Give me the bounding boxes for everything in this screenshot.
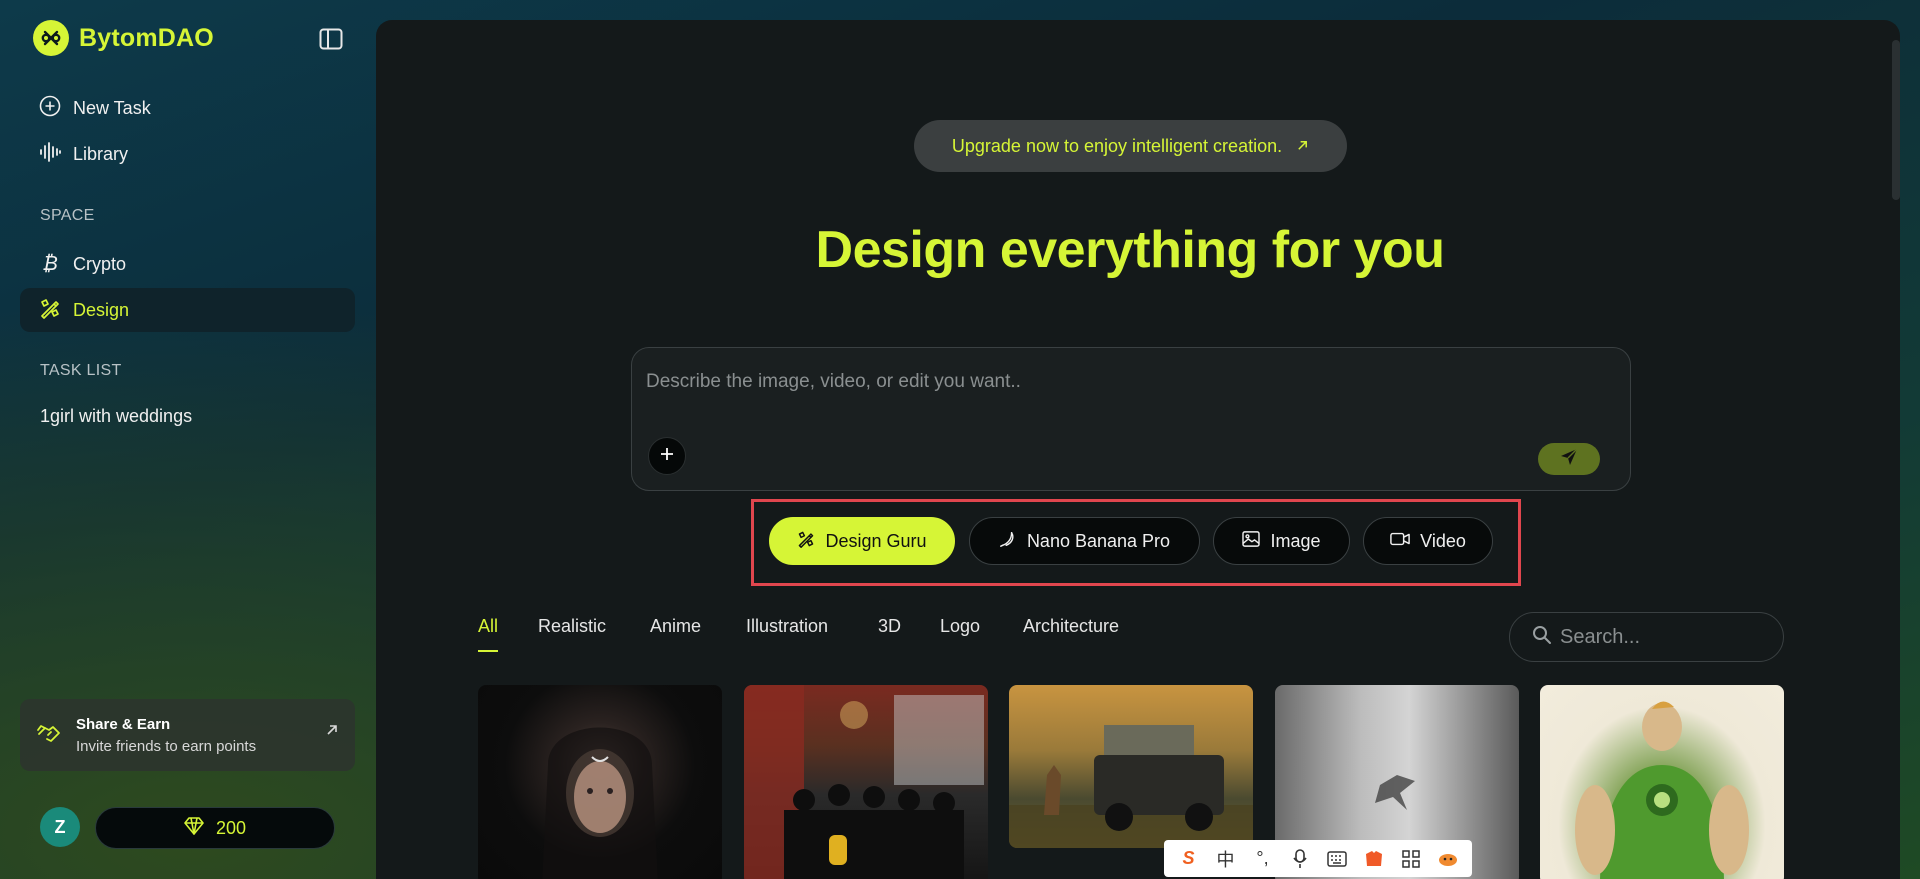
sidebar-toggle-icon[interactable] <box>316 26 346 52</box>
mode-label: Nano Banana Pro <box>1026 530 1171 551</box>
tab-3d[interactable]: 3D <box>878 616 901 637</box>
plus-circle-icon <box>39 95 61 122</box>
brand-logo-icon <box>33 20 69 56</box>
mode-label: Design Guru <box>825 530 927 551</box>
skin-icon[interactable] <box>1360 845 1388 873</box>
arrow-up-right-icon <box>325 723 339 742</box>
nav-label: Crypto <box>73 253 127 274</box>
section-label-task-list: TASK LIST <box>40 362 122 379</box>
active-tab-indicator <box>478 650 498 652</box>
plus-icon <box>659 446 675 467</box>
share-subtitle: Invite friends to earn points <box>76 737 257 755</box>
gallery-card[interactable] <box>478 685 722 879</box>
mode-design-guru[interactable]: Design Guru <box>769 517 955 565</box>
grid-menu-icon[interactable] <box>1397 845 1425 873</box>
ime-punctuation-icon[interactable]: °, <box>1249 845 1277 873</box>
tab-logo[interactable]: Logo <box>940 616 980 637</box>
hero-title: Design everything for you <box>815 221 1445 279</box>
share-earn-card[interactable]: Share & Earn Invite friends to earn poin… <box>20 699 355 771</box>
brand-name: BytomDAO <box>79 23 214 52</box>
design-tools-icon <box>39 297 61 324</box>
tab-label: Anime <box>650 616 702 636</box>
gallery-card[interactable] <box>744 685 988 879</box>
nav-new-task[interactable]: New Task <box>20 86 355 130</box>
ime-logo-icon[interactable]: S <box>1175 845 1203 873</box>
tab-realistic[interactable]: Realistic <box>538 616 606 637</box>
tab-label: Illustration <box>746 616 829 636</box>
tab-architecture[interactable]: Architecture <box>1023 616 1119 637</box>
user-avatar[interactable]: Z <box>40 807 80 847</box>
prompt-box <box>631 347 1631 491</box>
search-input[interactable] <box>1560 625 1760 649</box>
brand[interactable]: BytomDAO <box>33 20 214 56</box>
sidebar: BytomDAO New Task Library SPACE ₿ Crypto… <box>0 0 375 879</box>
image-icon <box>1242 530 1261 552</box>
mode-label: Image <box>1270 530 1321 551</box>
diamond-icon <box>184 816 204 840</box>
gallery-card[interactable] <box>1540 685 1784 879</box>
points-balance[interactable]: 200 <box>95 807 335 849</box>
send-button[interactable] <box>1538 443 1600 475</box>
video-camera-icon <box>1390 531 1410 552</box>
search-icon <box>1532 625 1552 650</box>
main-panel: Upgrade now to enjoy intelligent creatio… <box>376 20 1900 879</box>
keyboard-icon[interactable] <box>1323 845 1351 873</box>
mode-image[interactable]: Image <box>1213 517 1350 565</box>
tab-illustration[interactable]: Illustration <box>746 616 828 637</box>
vehicle-thumbnail-icon <box>1009 725 1253 848</box>
nav-label: New Task <box>73 97 151 118</box>
prompt-input[interactable] <box>646 362 1606 402</box>
waveform-icon <box>39 141 61 168</box>
portrait-thumbnail-icon <box>542 727 658 879</box>
tab-label: All <box>478 616 499 636</box>
add-attachment-button[interactable] <box>648 437 686 475</box>
tab-all[interactable]: All <box>478 616 499 652</box>
send-icon <box>1559 447 1579 472</box>
main-scrollbar[interactable] <box>1892 40 1900 200</box>
gallery-card[interactable] <box>1009 685 1253 848</box>
ime-mascot-icon[interactable] <box>1434 845 1462 873</box>
mode-nano-banana-pro[interactable]: Nano Banana Pro <box>969 517 1200 565</box>
nav-label: Design <box>73 299 130 320</box>
microphone-icon[interactable] <box>1286 845 1314 873</box>
mode-video[interactable]: Video <box>1363 517 1493 565</box>
section-label-space: SPACE <box>40 207 95 224</box>
nav-library[interactable]: Library <box>20 132 355 176</box>
gallery-search <box>1509 612 1784 662</box>
banana-icon <box>999 530 1017 553</box>
arrow-up-right-icon <box>1296 136 1309 157</box>
ime-chinese-mode-icon[interactable]: 中 <box>1212 845 1240 873</box>
points-value: 200 <box>215 817 247 838</box>
tab-label: Realistic <box>538 616 607 636</box>
tab-anime[interactable]: Anime <box>650 616 701 637</box>
space-item-design[interactable]: Design <box>20 288 355 332</box>
bitcoin-icon: ₿ <box>42 252 58 275</box>
restaurant-group-thumbnail-icon <box>744 685 984 879</box>
space-item-crypto[interactable]: ₿ Crypto <box>20 242 355 286</box>
task-item[interactable]: 1girl with weddings <box>40 406 192 427</box>
ime-toolbar: S 中 °, <box>1164 840 1472 877</box>
handshake-icon <box>36 720 62 751</box>
tab-label: Logo <box>940 616 981 636</box>
share-title: Share & Earn <box>76 715 171 733</box>
tab-label: Architecture <box>1023 616 1120 636</box>
upgrade-text: Upgrade now to enjoy intelligent creatio… <box>951 135 1283 156</box>
design-tools-icon <box>797 530 815 553</box>
tab-label: 3D <box>878 616 902 636</box>
superhero-thumbnail-icon <box>1575 701 1749 879</box>
mode-label: Video <box>1420 530 1466 551</box>
nav-label: Library <box>73 143 129 164</box>
upgrade-banner[interactable]: Upgrade now to enjoy intelligent creatio… <box>914 120 1347 172</box>
